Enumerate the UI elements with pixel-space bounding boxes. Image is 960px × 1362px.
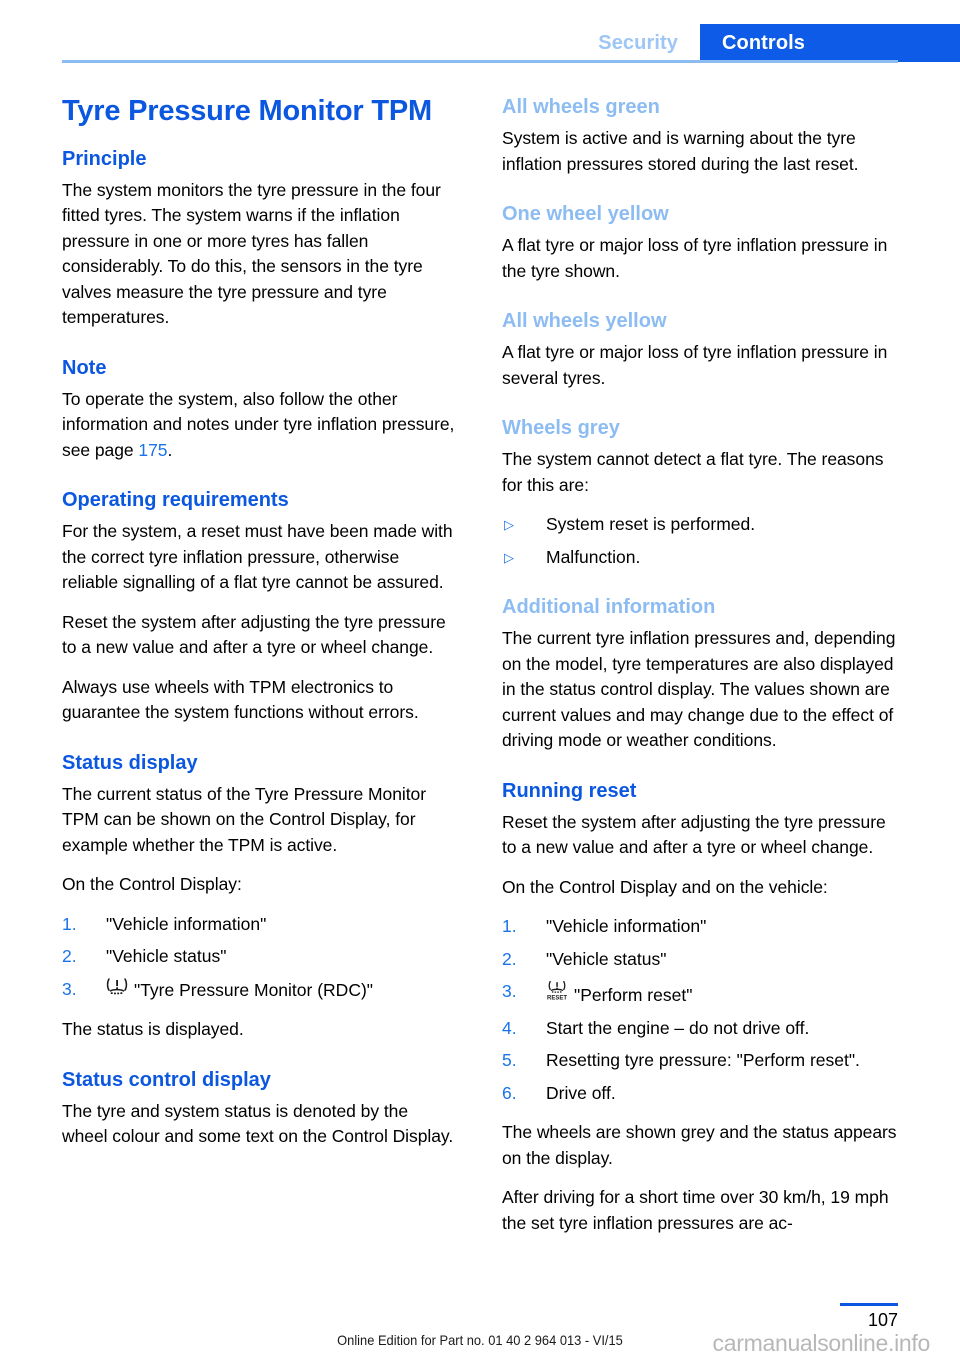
tab-controls-label: Controls bbox=[722, 31, 806, 54]
heading-all-wheels-yellow: All wheels yellow bbox=[502, 310, 667, 332]
step-number: 5. bbox=[502, 1050, 517, 1070]
list-item: 6. Drive off. bbox=[502, 1081, 898, 1107]
step-number: 3. bbox=[62, 978, 77, 999]
page-title: Tyre Pressure Monitor TPM bbox=[62, 95, 432, 127]
paragraph-status-control-display: The tyre and system status is denoted by… bbox=[62, 1100, 454, 1147]
paragraph-one-wheel-yellow: A flat tyre or major loss of tyre inflat… bbox=[502, 235, 888, 281]
step-label: "Vehicle status" bbox=[546, 948, 667, 969]
paragraph-operating-2: Reset the system after adjusting the tyr… bbox=[62, 611, 446, 658]
paragraph-principle: The system monitors the tyre pressure in… bbox=[62, 179, 441, 328]
heading-running-reset: Running reset bbox=[502, 779, 637, 802]
paragraph-running-reset-1: Reset the system after adjusting the tyr… bbox=[502, 811, 886, 858]
step-label: "Tyre Pressure Monitor (RDC)" bbox=[134, 979, 373, 1000]
paragraph-running-reset-4: After driving for a short time over 30 k… bbox=[502, 1187, 889, 1233]
paragraph-status-display-2: On the Control Display: bbox=[62, 874, 242, 895]
paragraph-running-reset-3: The wheels are shown grey and the status… bbox=[502, 1122, 897, 1168]
watermark: carmanualsonline.info bbox=[712, 1330, 931, 1356]
paragraph-all-wheels-yellow: A flat tyre or major loss of tyre inflat… bbox=[502, 342, 888, 388]
wheels-grey-reasons: ▷ System reset is performed. ▷ Malfuncti… bbox=[502, 512, 898, 570]
list-item: ▷ System reset is performed. bbox=[502, 512, 898, 538]
header-tabs: Security Controls bbox=[580, 24, 960, 62]
step-number: 2. bbox=[502, 948, 517, 969]
list-item: 2. "Vehicle status" bbox=[502, 947, 898, 973]
bullet-label: System reset is performed. bbox=[546, 514, 756, 534]
tab-security-label: Security bbox=[598, 31, 678, 54]
triangle-bullet-icon: ▷ bbox=[504, 549, 514, 565]
running-reset-steps: 1. "Vehicle information" 2. "Vehicle sta… bbox=[502, 914, 898, 1106]
paragraph-wheels-grey: The system cannot detect a flat tyre. Th… bbox=[502, 449, 884, 495]
heading-additional-information: Additional information bbox=[502, 596, 716, 618]
step-number: 1. bbox=[502, 916, 517, 936]
paragraph-running-reset-2: On the Control Display and on the vehicl… bbox=[502, 876, 828, 897]
tab-security[interactable]: Security bbox=[580, 24, 700, 62]
step-number: 1. bbox=[62, 913, 77, 934]
list-item: ▷ Malfunction. bbox=[502, 545, 898, 571]
note-text-after: . bbox=[167, 439, 173, 460]
list-item: 4. Start the engine – do not drive off. bbox=[502, 1016, 898, 1042]
note-text-before: To operate the system, also follow the o… bbox=[62, 388, 455, 460]
svg-text:RESET: RESET bbox=[547, 995, 567, 1001]
step-number: 2. bbox=[62, 946, 77, 967]
list-item: 1. "Vehicle information" bbox=[502, 914, 898, 940]
bullet-label: Malfunction. bbox=[546, 546, 641, 567]
status-display-steps: 1. "Vehicle information" 2. "Vehicle sta… bbox=[62, 912, 458, 1004]
list-item: 5. Resetting tyre pressure: "Perform res… bbox=[502, 1048, 898, 1074]
step-number: 3. bbox=[502, 981, 517, 1001]
triangle-bullet-icon: ▷ bbox=[504, 517, 514, 532]
heading-all-wheels-green: All wheels green bbox=[502, 96, 660, 118]
list-item: 3. "Tyre Pressure Monitor (RDC)" bbox=[62, 977, 458, 1004]
page-reference-link[interactable]: 175 bbox=[138, 440, 167, 460]
step-label: "Vehicle status" bbox=[106, 946, 227, 967]
step-number: 6. bbox=[502, 1082, 517, 1103]
left-column: Tyre Pressure Monitor TPM Principle The … bbox=[62, 95, 458, 1236]
heading-operating-requirements: Operating requirements bbox=[62, 489, 289, 512]
tpms-reset-icon: RESET bbox=[546, 979, 568, 1001]
heading-status-display: Status display bbox=[62, 751, 198, 774]
heading-wheels-grey: Wheels grey bbox=[502, 417, 620, 439]
list-item: 1. "Vehicle information" bbox=[62, 912, 458, 938]
heading-principle: Principle bbox=[62, 147, 147, 170]
paragraph-operating-1: For the system, a reset must have been m… bbox=[62, 521, 453, 593]
heading-note: Note bbox=[62, 356, 107, 379]
heading-status-control-display: Status control display bbox=[62, 1068, 271, 1091]
page-number-rule bbox=[840, 1303, 898, 1306]
tpms-warning-icon bbox=[106, 977, 128, 996]
right-column: All wheels green System is active and is… bbox=[502, 96, 898, 1236]
paragraph-additional-information: The current tyre inflation pressures and… bbox=[502, 628, 896, 750]
step-label: "Vehicle information" bbox=[106, 913, 267, 934]
paragraph-status-displayed: The status is displayed. bbox=[62, 1019, 244, 1040]
paragraph-all-wheels-green: System is active and is warning about th… bbox=[502, 128, 859, 174]
tab-controls[interactable]: Controls bbox=[700, 24, 960, 62]
paragraph-operating-3: Always use wheels with TPM electronics t… bbox=[62, 676, 419, 723]
step-label: Resetting tyre pressure: "Perform reset"… bbox=[546, 1050, 860, 1070]
paragraph-status-display-1: The current status of the Tyre Pressure … bbox=[62, 783, 427, 855]
step-label: "Vehicle information" bbox=[546, 916, 707, 936]
step-label: Drive off. bbox=[546, 1082, 616, 1103]
page-number: 107 bbox=[867, 1310, 898, 1330]
step-number: 4. bbox=[502, 1017, 517, 1038]
page-header: Security Controls bbox=[0, 0, 960, 62]
page-content: Tyre Pressure Monitor TPM Principle The … bbox=[62, 95, 898, 1236]
heading-one-wheel-yellow: One wheel yellow bbox=[502, 203, 669, 225]
list-item: 3. RESET "Perform reset" bbox=[502, 979, 898, 1009]
list-item: 2. "Vehicle status" bbox=[62, 944, 458, 970]
paragraph-note: To operate the system, also follow the o… bbox=[62, 387, 458, 464]
step-label: Start the engine – do not drive off. bbox=[546, 1017, 810, 1038]
header-divider bbox=[62, 60, 898, 63]
step-label: "Perform reset" bbox=[574, 985, 693, 1005]
